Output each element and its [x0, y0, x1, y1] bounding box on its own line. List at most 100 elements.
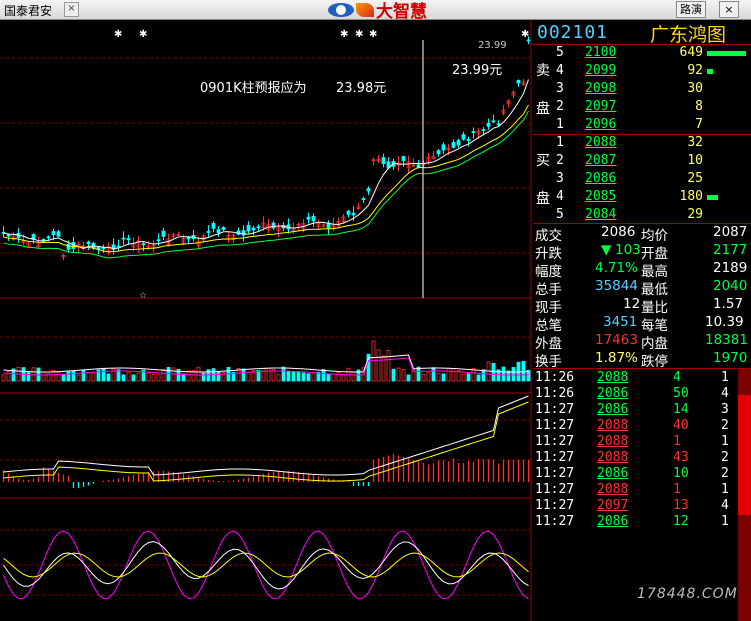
sell-volume: 7 — [695, 117, 703, 132]
tick-price: 2086 — [597, 386, 629, 401]
tick-vol: 14 — [673, 402, 689, 417]
sell-row[interactable]: 3 2098 30 — [533, 81, 751, 98]
buy-volume: 10 — [687, 153, 703, 168]
tick-time: 11:27 — [535, 402, 575, 417]
volume-bar — [331, 373, 336, 382]
small-close-icon[interactable]: × — [64, 2, 79, 17]
sell-price[interactable]: 2096 — [585, 117, 616, 132]
trades-value: 3451 — [603, 314, 638, 330]
pct-value: 4.71% — [595, 260, 638, 276]
volume-bar — [241, 368, 246, 382]
tick-time: 11:26 — [535, 386, 575, 401]
volume-bar — [26, 372, 31, 382]
high-value: 2189 — [713, 260, 748, 276]
volume-bar — [76, 374, 81, 382]
sell-row[interactable]: 2 2097 8 — [533, 99, 751, 116]
volume-bar — [436, 372, 441, 382]
sell-price[interactable]: 2099 — [585, 63, 616, 78]
buy-volume: 25 — [687, 171, 703, 186]
down-arrow-icon: ▼ — [601, 242, 612, 258]
volume-bar — [341, 373, 346, 382]
tick-row: 11:26 2086 50 4 — [533, 386, 733, 402]
buy-price[interactable]: 2084 — [585, 207, 616, 222]
tick-n: 3 — [721, 402, 729, 417]
volume-label: 总手 — [535, 282, 562, 298]
volume-bar — [501, 366, 506, 382]
sell-level: 5 — [556, 45, 564, 60]
ma10-line — [3, 104, 529, 253]
sell-price[interactable]: 2100 — [585, 45, 616, 60]
volume-bar — [306, 373, 311, 382]
tick-row: 11:27 2088 40 2 — [533, 418, 733, 434]
volume-bar — [81, 369, 86, 382]
volume-bar — [466, 373, 471, 382]
logo-eye-icon — [328, 2, 354, 17]
volume-bar — [491, 362, 496, 382]
volume-bar — [121, 374, 126, 382]
forecast-price: 23.98元 — [336, 81, 387, 96]
volume-bar — [511, 367, 516, 382]
volume-bar — [281, 366, 286, 382]
volume-bar — [506, 370, 511, 382]
candle-body — [526, 39, 531, 42]
turn-label: 换手 — [535, 354, 562, 370]
buy-row[interactable]: 4 2085 180 — [533, 189, 751, 206]
scrollbar-thumb[interactable] — [738, 395, 751, 515]
close-button[interactable]: × — [719, 1, 739, 18]
tick-scrollbar[interactable] — [738, 369, 751, 621]
peak-price-label: 23.99 — [478, 40, 507, 51]
sell-volume-bar — [707, 51, 746, 56]
chart-canvas: ✱ ✱ ✱ ✱ ✱ ✱ ☆ — [0, 20, 532, 621]
buy-price[interactable]: 2086 — [585, 171, 616, 186]
candle-body — [46, 236, 51, 239]
candle-body — [6, 234, 11, 237]
sell-price[interactable]: 2098 — [585, 81, 616, 96]
sell-row[interactable]: 5 2100 649 — [533, 45, 751, 62]
tick-row: 11:27 2088 1 1 — [533, 434, 733, 450]
candle-body — [271, 222, 276, 229]
tick-vol: 13 — [673, 498, 689, 513]
candle-body — [161, 230, 166, 237]
low-value: 2040 — [713, 278, 748, 294]
candle-body — [116, 245, 121, 248]
candle-body — [471, 131, 476, 133]
change-label: 升跌 — [535, 246, 562, 262]
buy-price[interactable]: 2085 — [585, 189, 616, 204]
buy-level: 4 — [556, 189, 564, 204]
volume-bar — [61, 373, 66, 382]
candle-body — [416, 164, 421, 168]
watermark: 178448.COM — [637, 586, 738, 602]
sell-price[interactable]: 2097 — [585, 99, 616, 114]
volume-bar — [421, 374, 426, 382]
open-label: 开盘 — [641, 246, 668, 262]
candle-body — [51, 231, 56, 236]
candle-body — [361, 198, 366, 200]
buy-price[interactable]: 2087 — [585, 153, 616, 168]
candle-body — [346, 210, 351, 215]
star-marker: ✱ — [355, 29, 363, 40]
sell-row[interactable]: 4 2099 92 — [533, 63, 751, 80]
kline-chart-area[interactable]: ✱ ✱ ✱ ✱ ✱ ✱ ☆ 0901K柱预报应为 23.98元 23.99元 23.99 — [0, 20, 532, 621]
buy-row[interactable]: 1 2088 32 — [533, 135, 751, 152]
tick-row: 11:26 2088 4 1 — [533, 370, 733, 386]
pct-label: 幅度 — [535, 264, 562, 280]
roadshow-button[interactable]: 路演 — [676, 1, 706, 18]
buy-row[interactable]: 2 2087 10 — [533, 153, 751, 170]
volume-bar — [136, 372, 141, 382]
buy-price[interactable]: 2088 — [585, 135, 616, 150]
sell-row[interactable]: 1 2096 7 — [533, 117, 751, 134]
tick-n: 4 — [721, 498, 729, 513]
title-bar: 国泰君安 × 大智慧 路演 × — [0, 0, 751, 22]
tick-price: 2086 — [597, 402, 629, 417]
volume-value: 35844 — [595, 278, 638, 294]
candle-body — [206, 231, 211, 233]
buy-row[interactable]: 5 2084 29 — [533, 207, 751, 224]
candle-body — [311, 216, 316, 222]
tick-vol: 12 — [673, 514, 689, 529]
inner-label: 内盘 — [641, 336, 668, 352]
buy-row[interactable]: 3 2086 25 — [533, 171, 751, 188]
volume-bar — [1, 374, 6, 382]
deal-label: 成交 — [535, 228, 562, 244]
volume-bar — [71, 370, 76, 382]
tick-row: 11:27 2086 14 3 — [533, 402, 733, 418]
